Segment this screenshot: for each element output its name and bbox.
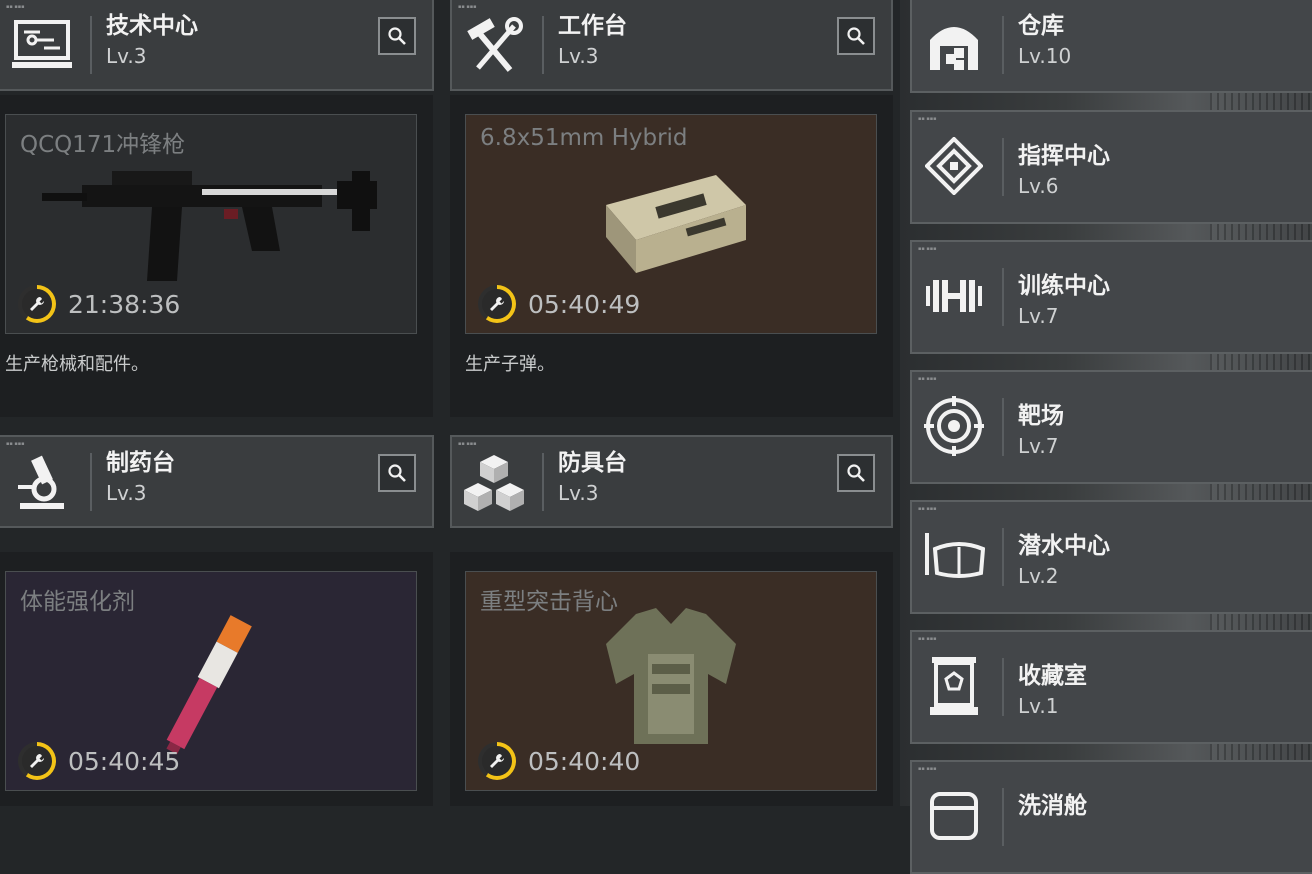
header-fine-print: ▪▪ ▪▪▪	[918, 376, 937, 382]
facility-name: 训练中心	[1018, 273, 1110, 299]
facility-level: Lv.3	[106, 44, 147, 68]
header-divider	[542, 16, 544, 74]
facility-header-pharmacy[interactable]: ▪▪ ▪▪▪ 制药台 Lv.3	[0, 435, 434, 528]
time-remaining: 21:38:36	[68, 289, 181, 319]
timer-progress-ring	[18, 285, 56, 323]
header-fine-print: ▪▪ ▪▪▪	[918, 506, 937, 512]
facility-level: Lv.7	[1018, 304, 1059, 328]
header-divider	[90, 453, 92, 511]
header-divider	[1002, 398, 1004, 456]
facility-header-diving-center[interactable]: ▪▪ ▪▪▪ 潜水中心 Lv.2	[910, 500, 1312, 614]
production-card[interactable]: 体能强化剂 05:40:45	[5, 571, 417, 791]
facility-header-collection-room[interactable]: ▪▪ ▪▪▪ 收藏室 Lv.1	[910, 630, 1312, 744]
timer-progress-ring	[18, 742, 56, 780]
search-icon	[388, 27, 406, 45]
warehouse-icon	[918, 10, 990, 82]
facility-header-command-center[interactable]: ▪▪ ▪▪▪ 指挥中心 Lv.6	[910, 110, 1312, 224]
facility-description: 生产枪械和配件。	[5, 354, 149, 375]
ammo-box-icon	[596, 165, 756, 279]
header-divider	[542, 453, 544, 511]
facility-level: Lv.7	[1018, 434, 1059, 458]
facility-header-decontamination[interactable]: ▪▪ ▪▪▪ 洗消舱	[910, 760, 1312, 874]
facility-level: Lv.3	[106, 481, 147, 505]
target-icon	[918, 390, 990, 462]
header-divider	[1002, 528, 1004, 586]
wrench-icon	[30, 297, 44, 311]
production-timer: 05:40:49	[478, 285, 640, 323]
header-fine-print: ▪▪ ▪▪▪	[918, 116, 937, 122]
facility-level: Lv.6	[1018, 174, 1059, 198]
item-name: 体能强化剂	[20, 589, 135, 615]
search-icon	[847, 27, 865, 45]
vest-icon	[596, 604, 746, 758]
display-case-icon	[918, 650, 990, 722]
time-remaining: 05:40:49	[528, 289, 641, 319]
production-card[interactable]: 6.8x51mm Hybrid 05:40:49	[465, 114, 877, 334]
facility-level: Lv.3	[558, 481, 599, 505]
header-fine-print: ▪▪ ▪▪▪	[918, 766, 937, 772]
facility-header-warehouse[interactable]: 仓库 Lv.10	[910, 0, 1312, 93]
timer-progress-ring	[478, 742, 516, 780]
header-divider	[1002, 788, 1004, 846]
production-timer: 05:40:40	[478, 742, 640, 780]
header-divider	[1002, 268, 1004, 326]
facility-name: 靶场	[1018, 403, 1064, 429]
wrench-icon	[490, 297, 504, 311]
timer-progress-ring	[478, 285, 516, 323]
search-button[interactable]	[837, 454, 875, 492]
facility-header-training-center[interactable]: ▪▪ ▪▪▪ 训练中心 Lv.7	[910, 240, 1312, 354]
computer-icon	[6, 10, 78, 82]
facility-header-workbench[interactable]: ▪▪ ▪▪▪ 工作台 Lv.3	[450, 0, 893, 91]
search-icon	[847, 464, 865, 482]
facility-name: 收藏室	[1018, 663, 1087, 689]
facility-level: Lv.10	[1018, 44, 1072, 68]
smg-icon	[42, 151, 382, 295]
wrench-icon	[30, 754, 44, 768]
header-divider	[1002, 138, 1004, 196]
cubes-icon	[458, 447, 530, 519]
time-remaining: 05:40:45	[68, 746, 181, 776]
facility-name: 制药台	[106, 450, 175, 476]
facility-name: 潜水中心	[1018, 533, 1110, 559]
facility-level: Lv.1	[1018, 694, 1059, 718]
facility-level: Lv.2	[1018, 564, 1059, 588]
search-button[interactable]	[378, 17, 416, 55]
hammer-wrench-icon	[458, 10, 530, 82]
header-divider	[1002, 658, 1004, 716]
search-button[interactable]	[378, 454, 416, 492]
production-card[interactable]: QCQ171冲锋枪 21:38:36	[5, 114, 417, 334]
header-fine-print: ▪▪ ▪▪▪	[918, 636, 937, 642]
microscope-icon	[6, 447, 78, 519]
time-remaining: 05:40:40	[528, 746, 641, 776]
diving-mask-icon	[918, 520, 990, 592]
production-timer: 21:38:36	[18, 285, 180, 323]
facility-name: 仓库	[1018, 13, 1064, 39]
facility-name: 技术中心	[106, 13, 198, 39]
facility-name: 防具台	[558, 450, 627, 476]
header-divider	[1002, 16, 1004, 74]
dumbbell-icon	[918, 260, 990, 332]
production-card[interactable]: 重型突击背心 05:40:40	[465, 571, 877, 791]
facility-name: 工作台	[558, 13, 627, 39]
facility-header-armor-bench[interactable]: ▪▪ ▪▪▪ 防具台 Lv.3	[450, 435, 893, 528]
facility-description: 生产子弹。	[465, 354, 555, 375]
decon-icon	[918, 780, 990, 852]
wrench-icon	[490, 754, 504, 768]
facility-name: 指挥中心	[1018, 143, 1110, 169]
search-button[interactable]	[837, 17, 875, 55]
facility-name: 洗消舱	[1018, 793, 1087, 819]
command-icon	[918, 130, 990, 202]
item-name: 6.8x51mm Hybrid	[480, 125, 688, 151]
production-timer: 05:40:45	[18, 742, 180, 780]
facility-header-shooting-range[interactable]: ▪▪ ▪▪▪ 靶场 Lv.7	[910, 370, 1312, 484]
search-icon	[388, 464, 406, 482]
facility-level: Lv.3	[558, 44, 599, 68]
header-divider	[90, 16, 92, 74]
header-fine-print: ▪▪ ▪▪▪	[918, 246, 937, 252]
facility-header-tech-center[interactable]: ▪▪ ▪▪▪ 技术中心 Lv.3	[0, 0, 434, 91]
